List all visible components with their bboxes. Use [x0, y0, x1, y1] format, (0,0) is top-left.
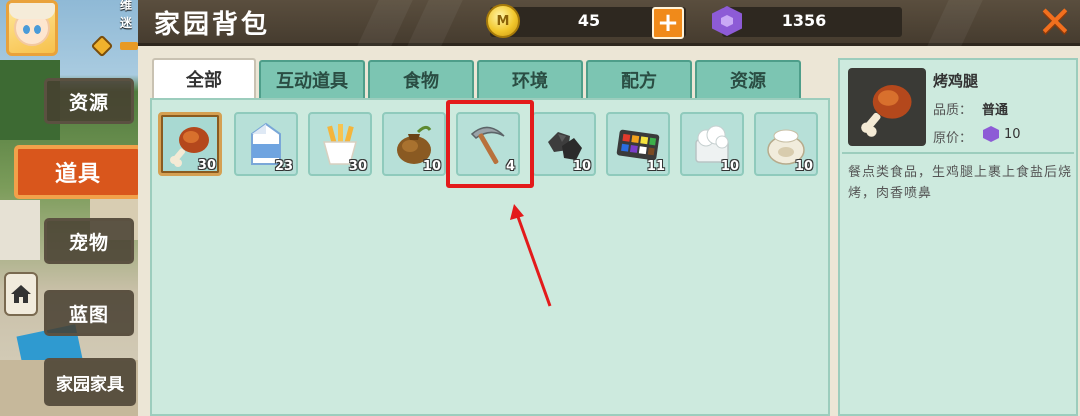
- inventory-slot-roast-drumstick[interactable]: 30: [158, 112, 222, 176]
- item-count: 30: [197, 158, 216, 173]
- item-count: 10: [422, 159, 441, 174]
- pointer-arrow-icon: [510, 204, 552, 307]
- highlight-box: [446, 100, 534, 188]
- close-button[interactable]: ✕: [1030, 0, 1080, 44]
- detail-item-name: 烤鸡腿: [933, 72, 979, 90]
- inventory-slot-fries[interactable]: 30: [308, 112, 372, 176]
- detail-price-value: 10: [1004, 127, 1021, 142]
- detail-quality-label: 品质：: [933, 103, 973, 118]
- nav-props[interactable]: 道具: [14, 145, 142, 199]
- home-icon[interactable]: [4, 272, 38, 316]
- tab-resources[interactable]: 资源: [695, 60, 801, 98]
- item-count: 10: [794, 159, 813, 174]
- tab-food[interactable]: 食物: [368, 60, 474, 98]
- inventory-slot-cotton[interactable]: 10: [680, 112, 744, 176]
- detail-quality-value: 普通: [982, 103, 1009, 118]
- player-info: 维 迷: [64, 0, 138, 60]
- nav-pets[interactable]: 宠物: [44, 218, 134, 264]
- add-coins-button[interactable]: +: [652, 7, 684, 39]
- player-subtitle: 迷: [120, 16, 133, 30]
- nav-home-furniture[interactable]: 家园家具: [44, 358, 136, 406]
- coin-value: 45: [577, 11, 601, 30]
- page-title: 家园背包: [154, 10, 271, 40]
- inventory-slot-coal[interactable]: 10: [532, 112, 596, 176]
- detail-description: 餐点类食品，生鸡腿上裹上食盐后烧烤，肉香喷鼻: [848, 165, 1073, 201]
- player-name: 维: [120, 0, 133, 12]
- detail-item-image: [848, 68, 926, 146]
- item-count: 10: [572, 159, 591, 174]
- tab-all[interactable]: 全部: [152, 58, 256, 98]
- inventory-slot-paint-palette[interactable]: 11: [606, 112, 670, 176]
- item-count: 23: [274, 159, 293, 174]
- item-count: 11: [646, 159, 665, 174]
- tab-environment[interactable]: 环境: [477, 60, 583, 98]
- inventory-slot-milk[interactable]: 23: [234, 112, 298, 176]
- divider: [842, 152, 1074, 154]
- inventory-slot-flour-sack[interactable]: 10: [754, 112, 818, 176]
- game-world-background: [0, 0, 140, 416]
- nav-resources[interactable]: 资源: [44, 78, 134, 124]
- item-count: 10: [720, 159, 739, 174]
- nav-blueprints[interactable]: 蓝图: [44, 290, 134, 336]
- tab-interactive-props[interactable]: 互动道具: [259, 60, 365, 98]
- coin-icon: M: [486, 4, 520, 38]
- gem-value: 1356: [781, 11, 827, 30]
- experience-bar: [120, 42, 138, 50]
- category-tabs: 全部 互动道具 食物 环境 配方 资源: [152, 58, 801, 98]
- detail-price-label: 原价：: [933, 131, 973, 146]
- tab-recipes[interactable]: 配方: [586, 60, 692, 98]
- inventory-slot-seed-bag[interactable]: 10: [382, 112, 446, 176]
- top-bar: 家园背包 M 45 + 1356 ✕: [138, 0, 1080, 46]
- item-count: 30: [348, 159, 367, 174]
- roast-drumstick-icon: [861, 85, 912, 137]
- level-badge-icon: [90, 34, 114, 58]
- player-avatar[interactable]: [6, 0, 58, 56]
